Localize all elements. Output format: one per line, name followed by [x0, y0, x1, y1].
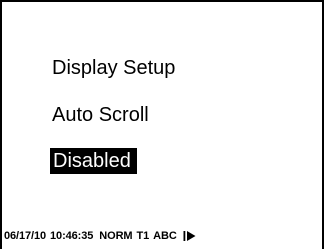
display-screen: Display Setup Auto Scroll Disabled 06/17… [0, 0, 324, 249]
selected-value[interactable]: Disabled [50, 148, 137, 174]
status-time: 10:46:35 [50, 230, 94, 242]
status-date: 06/17/10 [4, 230, 47, 242]
menu-item-auto-scroll[interactable]: Auto Scroll [52, 103, 149, 127]
status-input-mode: ABC [153, 230, 177, 242]
play-right-icon [183, 230, 196, 242]
status-bar: 06/17/10 10:46:35 NORM T1 ABC [4, 227, 196, 245]
status-trend: T1 [136, 230, 150, 242]
status-mode: NORM [99, 230, 133, 242]
menu-title: Display Setup [52, 57, 176, 79]
